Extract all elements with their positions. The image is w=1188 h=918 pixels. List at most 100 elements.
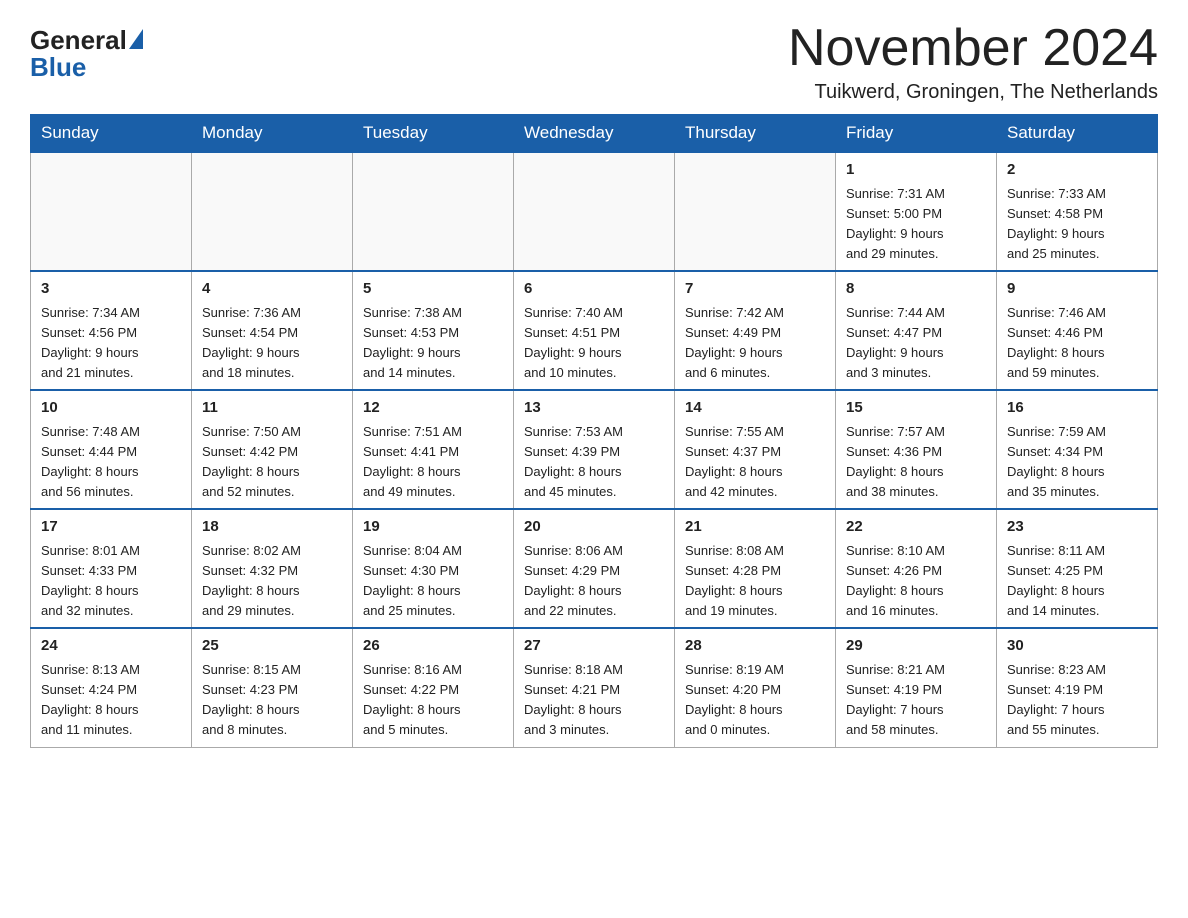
day-number: 9 xyxy=(1007,278,1147,301)
calendar-header: SundayMondayTuesdayWednesdayThursdayFrid… xyxy=(31,115,1158,153)
day-of-week-header: Wednesday xyxy=(514,115,675,153)
day-number: 10 xyxy=(41,397,181,420)
day-info: Sunrise: 7:44 AMSunset: 4:47 PMDaylight:… xyxy=(846,305,945,380)
day-info: Sunrise: 8:11 AMSunset: 4:25 PMDaylight:… xyxy=(1007,543,1105,618)
day-number: 30 xyxy=(1007,635,1147,658)
calendar-day-cell: 12 Sunrise: 7:51 AMSunset: 4:41 PMDayligh… xyxy=(353,390,514,509)
calendar-week-row: 17 Sunrise: 8:01 AMSunset: 4:33 PMDayligh… xyxy=(31,509,1158,628)
day-info: Sunrise: 7:38 AMSunset: 4:53 PMDaylight:… xyxy=(363,305,462,380)
day-number: 3 xyxy=(41,278,181,301)
day-number: 12 xyxy=(363,397,503,420)
calendar-day-cell: 10 Sunrise: 7:48 AMSunset: 4:44 PMDayligh… xyxy=(31,390,192,509)
calendar-day-cell: 13 Sunrise: 7:53 AMSunset: 4:39 PMDayligh… xyxy=(514,390,675,509)
calendar-day-cell: 6 Sunrise: 7:40 AMSunset: 4:51 PMDaylight… xyxy=(514,271,675,390)
day-number: 18 xyxy=(202,516,342,539)
day-number: 17 xyxy=(41,516,181,539)
day-info: Sunrise: 8:19 AMSunset: 4:20 PMDaylight:… xyxy=(685,662,784,737)
page-header: General Blue November 2024 Tuikwerd, Gro… xyxy=(30,20,1158,104)
day-info: Sunrise: 8:18 AMSunset: 4:21 PMDaylight:… xyxy=(524,662,623,737)
calendar-week-row: 24Sunrise: 8:13 AMSunset: 4:24 PMDayligh… xyxy=(31,628,1158,747)
day-info: Sunrise: 8:01 AMSunset: 4:33 PMDaylight:… xyxy=(41,543,140,618)
calendar-body: 1 Sunrise: 7:31 AMSunset: 5:00 PMDaylight… xyxy=(31,152,1158,747)
calendar-week-row: 10 Sunrise: 7:48 AMSunset: 4:44 PMDayligh… xyxy=(31,390,1158,509)
day-info: Sunrise: 7:48 AMSunset: 4:44 PMDaylight:… xyxy=(41,424,140,499)
logo: General Blue xyxy=(30,20,143,83)
calendar-week-row: 3 Sunrise: 7:34 AMSunset: 4:56 PMDaylight… xyxy=(31,271,1158,390)
day-number: 29 xyxy=(846,635,986,658)
day-info: Sunrise: 8:04 AMSunset: 4:30 PMDaylight:… xyxy=(363,543,462,618)
day-number: 16 xyxy=(1007,397,1147,420)
day-number: 1 xyxy=(846,159,986,182)
day-of-week-header: Monday xyxy=(192,115,353,153)
day-number: 24 xyxy=(41,635,181,658)
day-info: Sunrise: 7:36 AMSunset: 4:54 PMDaylight:… xyxy=(202,305,301,380)
logo-triangle-icon xyxy=(129,29,143,49)
day-of-week-header: Tuesday xyxy=(353,115,514,153)
day-info: Sunrise: 8:10 AMSunset: 4:26 PMDaylight:… xyxy=(846,543,945,618)
day-info: Sunrise: 7:53 AMSunset: 4:39 PMDaylight:… xyxy=(524,424,623,499)
location-subtitle: Tuikwerd, Groningen, The Netherlands xyxy=(788,81,1158,104)
day-of-week-header: Thursday xyxy=(675,115,836,153)
calendar-day-cell: 28 Sunrise: 8:19 AMSunset: 4:20 PMDayligh… xyxy=(675,628,836,747)
calendar-day-cell: 30 Sunrise: 8:23 AMSunset: 4:19 PMDayligh… xyxy=(997,628,1158,747)
calendar-day-cell: 15 Sunrise: 7:57 AMSunset: 4:36 PMDayligh… xyxy=(836,390,997,509)
day-number: 22 xyxy=(846,516,986,539)
day-number: 21 xyxy=(685,516,825,539)
calendar-day-cell: 8Sunrise: 7:44 AMSunset: 4:47 PMDaylight… xyxy=(836,271,997,390)
day-of-week-header: Sunday xyxy=(31,115,192,153)
calendar-table: SundayMondayTuesdayWednesdayThursdayFrid… xyxy=(30,114,1158,747)
calendar-day-cell xyxy=(353,152,514,271)
day-number: 25 xyxy=(202,635,342,658)
day-number: 4 xyxy=(202,278,342,301)
calendar-day-cell: 26 Sunrise: 8:16 AMSunset: 4:22 PMDayligh… xyxy=(353,628,514,747)
calendar-day-cell: 16 Sunrise: 7:59 AMSunset: 4:34 PMDayligh… xyxy=(997,390,1158,509)
day-number: 28 xyxy=(685,635,825,658)
day-info: Sunrise: 8:16 AMSunset: 4:22 PMDaylight:… xyxy=(363,662,462,737)
day-of-week-header: Friday xyxy=(836,115,997,153)
calendar-day-cell xyxy=(675,152,836,271)
day-number: 27 xyxy=(524,635,664,658)
day-info: Sunrise: 7:40 AMSunset: 4:51 PMDaylight:… xyxy=(524,305,623,380)
day-number: 23 xyxy=(1007,516,1147,539)
calendar-week-row: 1 Sunrise: 7:31 AMSunset: 5:00 PMDaylight… xyxy=(31,152,1158,271)
day-number: 26 xyxy=(363,635,503,658)
day-number: 6 xyxy=(524,278,664,301)
day-info: Sunrise: 7:33 AMSunset: 4:58 PMDaylight:… xyxy=(1007,186,1106,261)
calendar-day-cell xyxy=(514,152,675,271)
day-info: Sunrise: 8:21 AMSunset: 4:19 PMDaylight:… xyxy=(846,662,945,737)
calendar-day-cell: 18 Sunrise: 8:02 AMSunset: 4:32 PMDayligh… xyxy=(192,509,353,628)
calendar-day-cell: 1 Sunrise: 7:31 AMSunset: 5:00 PMDaylight… xyxy=(836,152,997,271)
day-number: 13 xyxy=(524,397,664,420)
day-of-week-header: Saturday xyxy=(997,115,1158,153)
calendar-day-cell: 17 Sunrise: 8:01 AMSunset: 4:33 PMDayligh… xyxy=(31,509,192,628)
day-info: Sunrise: 7:55 AMSunset: 4:37 PMDaylight:… xyxy=(685,424,784,499)
day-info: Sunrise: 8:23 AMSunset: 4:19 PMDaylight:… xyxy=(1007,662,1106,737)
day-info: Sunrise: 8:08 AMSunset: 4:28 PMDaylight:… xyxy=(685,543,784,618)
calendar-day-cell: 11 Sunrise: 7:50 AMSunset: 4:42 PMDayligh… xyxy=(192,390,353,509)
calendar-day-cell: 29 Sunrise: 8:21 AMSunset: 4:19 PMDayligh… xyxy=(836,628,997,747)
calendar-day-cell: 2Sunrise: 7:33 AMSunset: 4:58 PMDaylight… xyxy=(997,152,1158,271)
calendar-day-cell: 25Sunrise: 8:15 AMSunset: 4:23 PMDayligh… xyxy=(192,628,353,747)
calendar-day-cell: 7Sunrise: 7:42 AMSunset: 4:49 PMDaylight… xyxy=(675,271,836,390)
calendar-day-cell: 24Sunrise: 8:13 AMSunset: 4:24 PMDayligh… xyxy=(31,628,192,747)
day-number: 7 xyxy=(685,278,825,301)
calendar-day-cell: 21 Sunrise: 8:08 AMSunset: 4:28 PMDayligh… xyxy=(675,509,836,628)
day-number: 19 xyxy=(363,516,503,539)
calendar-day-cell: 27 Sunrise: 8:18 AMSunset: 4:21 PMDayligh… xyxy=(514,628,675,747)
day-info: Sunrise: 7:57 AMSunset: 4:36 PMDaylight:… xyxy=(846,424,945,499)
calendar-day-cell: 5Sunrise: 7:38 AMSunset: 4:53 PMDaylight… xyxy=(353,271,514,390)
day-info: Sunrise: 8:06 AMSunset: 4:29 PMDaylight:… xyxy=(524,543,623,618)
day-info: Sunrise: 7:34 AMSunset: 4:56 PMDaylight:… xyxy=(41,305,140,380)
days-of-week-row: SundayMondayTuesdayWednesdayThursdayFrid… xyxy=(31,115,1158,153)
day-number: 15 xyxy=(846,397,986,420)
day-info: Sunrise: 7:31 AMSunset: 5:00 PMDaylight:… xyxy=(846,186,945,261)
day-info: Sunrise: 8:02 AMSunset: 4:32 PMDaylight:… xyxy=(202,543,301,618)
month-year-title: November 2024 xyxy=(788,20,1158,77)
day-info: Sunrise: 7:50 AMSunset: 4:42 PMDaylight:… xyxy=(202,424,301,499)
day-info: Sunrise: 7:51 AMSunset: 4:41 PMDaylight:… xyxy=(363,424,462,499)
day-number: 11 xyxy=(202,397,342,420)
calendar-day-cell: 3 Sunrise: 7:34 AMSunset: 4:56 PMDaylight… xyxy=(31,271,192,390)
day-info: Sunrise: 7:59 AMSunset: 4:34 PMDaylight:… xyxy=(1007,424,1106,499)
day-number: 14 xyxy=(685,397,825,420)
calendar-day-cell xyxy=(31,152,192,271)
